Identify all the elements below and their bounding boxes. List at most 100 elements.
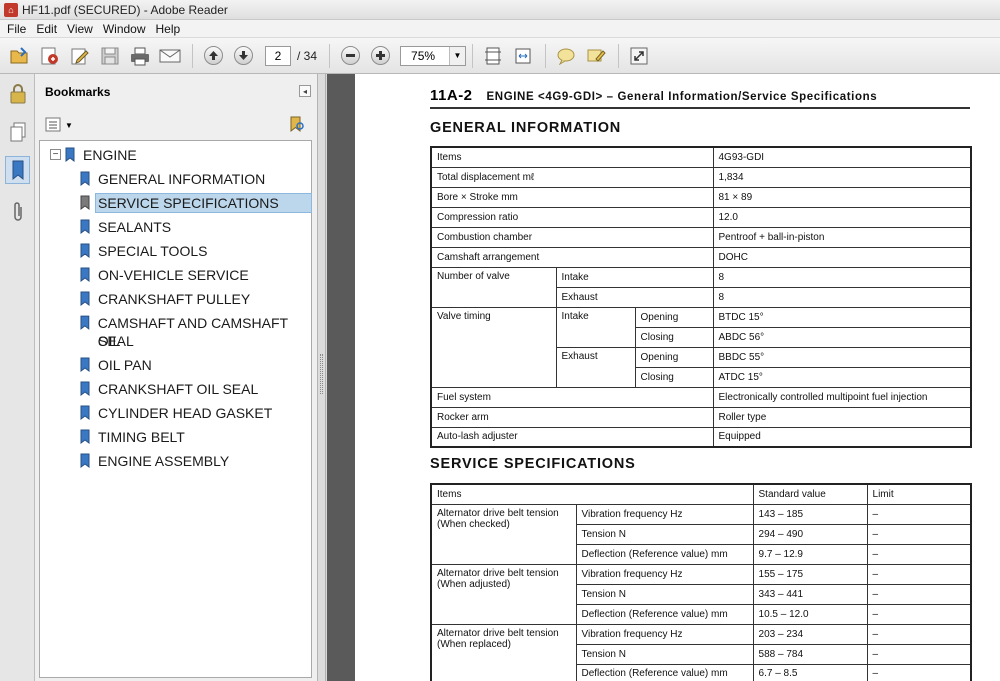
bookmark-service-specifications[interactable]: SERVICE SPECIFICATIONS — [80, 193, 312, 213]
table-row: Camshaft arrangement DOHC — [430, 246, 972, 268]
bookmark-label: OIL PAN — [98, 357, 152, 373]
arrow-down-icon — [233, 46, 253, 65]
bookmark-crankshaft-pulley[interactable]: CRANKSHAFT PULLEY — [80, 290, 252, 308]
table-cell: Vibration frequency Hz — [575, 623, 754, 645]
table-cell: Items — [430, 146, 714, 168]
table-cell: 9.7 – 12.9 — [752, 543, 868, 565]
service-specifications-heading: SERVICE SPECIFICATIONS — [430, 456, 636, 472]
bookmark-label: ENGINE ASSEMBLY — [98, 453, 230, 469]
table-cell: 12.0 — [712, 206, 972, 228]
print-icon — [131, 47, 149, 65]
next-page-button[interactable] — [229, 43, 257, 69]
bookmark-panel-icon[interactable] — [5, 156, 30, 184]
bookmark-icon — [80, 291, 90, 306]
fit-page-button[interactable] — [479, 43, 507, 69]
page-number-input[interactable]: 2 — [265, 45, 291, 66]
bookmark-label: SPECIAL TOOLS — [98, 243, 208, 259]
previous-page-button[interactable] — [199, 43, 227, 69]
bookmark-on-vehicle-service[interactable]: ON-VEHICLE SERVICE — [80, 266, 251, 284]
collapse-panel-button[interactable]: ◂ — [299, 85, 311, 97]
general-information-table: Items 4G93-GDI Total displacement mℓ 1,8… — [430, 146, 972, 448]
bookmark-search-icon — [290, 116, 304, 132]
menu-edit[interactable]: Edit — [33, 22, 64, 36]
table-cell: Tension N — [575, 523, 754, 545]
bookmark-icon — [80, 357, 90, 372]
table-row: Alternator drive belt tension (When adju… — [430, 563, 972, 625]
email-button[interactable] — [156, 43, 184, 69]
bookmark-timing-belt[interactable]: TIMING BELT — [80, 428, 187, 446]
fit-page-icon — [485, 47, 502, 64]
chevron-down-icon[interactable]: ▼ — [449, 46, 466, 65]
chevron-down-icon: ▼ — [65, 120, 73, 130]
table-cell: Equipped — [712, 426, 972, 448]
table-row: Items 4G93-GDI — [430, 146, 972, 168]
save-icon — [101, 47, 119, 64]
bookmarks-toolbar: ▼ — [35, 110, 318, 140]
menu-view[interactable]: View — [64, 22, 100, 36]
lock-icon[interactable] — [5, 80, 30, 108]
expand-bookmark-button[interactable] — [288, 115, 306, 136]
table-row: Rocker arm Roller type — [430, 406, 972, 428]
table-cell: Pentroof + ball-in-piston — [712, 226, 972, 248]
bookmark-sealants[interactable]: SEALANTS — [80, 218, 173, 236]
table-cell: 6.7 – 8.5 — [752, 663, 868, 681]
document-viewer[interactable]: 11A-2 ENGINE <4G9-GDI> – General Informa… — [327, 74, 1000, 681]
table-cell: Deflection (Reference value) mm — [575, 663, 754, 681]
table-cell: 81 × 89 — [712, 186, 972, 208]
edit-button[interactable] — [66, 43, 94, 69]
menu-window[interactable]: Window — [100, 22, 153, 36]
bookmark-special-tools[interactable]: SPECIAL TOOLS — [80, 242, 209, 260]
bookmark-cylinder-head-gasket[interactable]: CYLINDER HEAD GASKET — [80, 404, 274, 422]
pdf-page: 11A-2 ENGINE <4G9-GDI> – General Informa… — [355, 74, 1000, 681]
open-button[interactable] — [6, 43, 34, 69]
create-pdf-button[interactable] — [36, 43, 64, 69]
expand-button[interactable] — [625, 43, 653, 69]
options-list-icon — [45, 117, 61, 132]
bookmark-crankshaft-oil-seal[interactable]: CRANKSHAFT OIL SEAL — [80, 380, 260, 398]
collapse-toggle[interactable]: − — [50, 149, 61, 160]
save-button[interactable] — [96, 43, 124, 69]
table-cell: – — [866, 563, 972, 585]
pages-icon[interactable] — [5, 118, 30, 146]
bookmark-general-information[interactable]: GENERAL INFORMATION — [80, 170, 267, 188]
bookmark-icon — [80, 405, 90, 420]
bookmark-label: SERVICE SPECIFICATIONS — [95, 193, 312, 213]
bookmark-oil-pan[interactable]: OIL PAN — [80, 356, 154, 374]
table-cell: Alternator drive belt tension (When chec… — [430, 503, 577, 565]
table-cell: Alternator drive belt tension (When adju… — [430, 563, 577, 625]
table-cell: Opening — [634, 346, 714, 368]
options-button[interactable]: ▼ — [45, 117, 73, 133]
bookmark-icon — [80, 243, 90, 258]
table-cell: 588 – 784 — [752, 643, 868, 665]
table-cell: DOHC — [712, 246, 972, 268]
highlight-button[interactable] — [582, 43, 610, 69]
table-cell: 143 – 185 — [752, 503, 868, 525]
bookmark-camshaft-oil-seal-continued[interactable]: SEAL — [96, 332, 136, 350]
table-cell: Vibration frequency Hz — [575, 503, 754, 525]
bookmark-root-engine[interactable]: − ENGINE — [50, 146, 139, 164]
speech-bubble-icon — [557, 48, 575, 65]
print-button[interactable] — [126, 43, 154, 69]
zoom-select[interactable]: 75% ▼ — [400, 45, 467, 66]
table-cell: – — [866, 603, 972, 625]
menu-file[interactable]: File — [4, 22, 33, 36]
highlighter-icon — [587, 49, 606, 62]
toolbar-separator — [329, 43, 331, 68]
panel-splitter[interactable] — [318, 74, 326, 681]
fit-width-button[interactable] — [509, 43, 537, 69]
bookmarks-header: Bookmarks — [35, 74, 318, 110]
table-row: Bore × Stroke mm 81 × 89 — [430, 186, 972, 208]
table-cell: Intake — [555, 306, 636, 348]
table-cell: Vibration frequency Hz — [575, 563, 754, 585]
expand-arrows-icon — [630, 47, 648, 64]
bookmark-engine-assembly[interactable]: ENGINE ASSEMBLY — [80, 452, 231, 470]
table-cell: ATDC 15° — [712, 366, 972, 388]
menu-help[interactable]: Help — [153, 22, 188, 36]
table-cell: – — [866, 543, 972, 565]
zoom-in-button[interactable] — [366, 43, 394, 69]
comment-button[interactable] — [552, 43, 580, 69]
zoom-out-button[interactable] — [336, 43, 364, 69]
paperclip-icon[interactable] — [5, 198, 30, 226]
splitter-grip — [320, 354, 323, 394]
table-cell: Tension N — [575, 583, 754, 605]
